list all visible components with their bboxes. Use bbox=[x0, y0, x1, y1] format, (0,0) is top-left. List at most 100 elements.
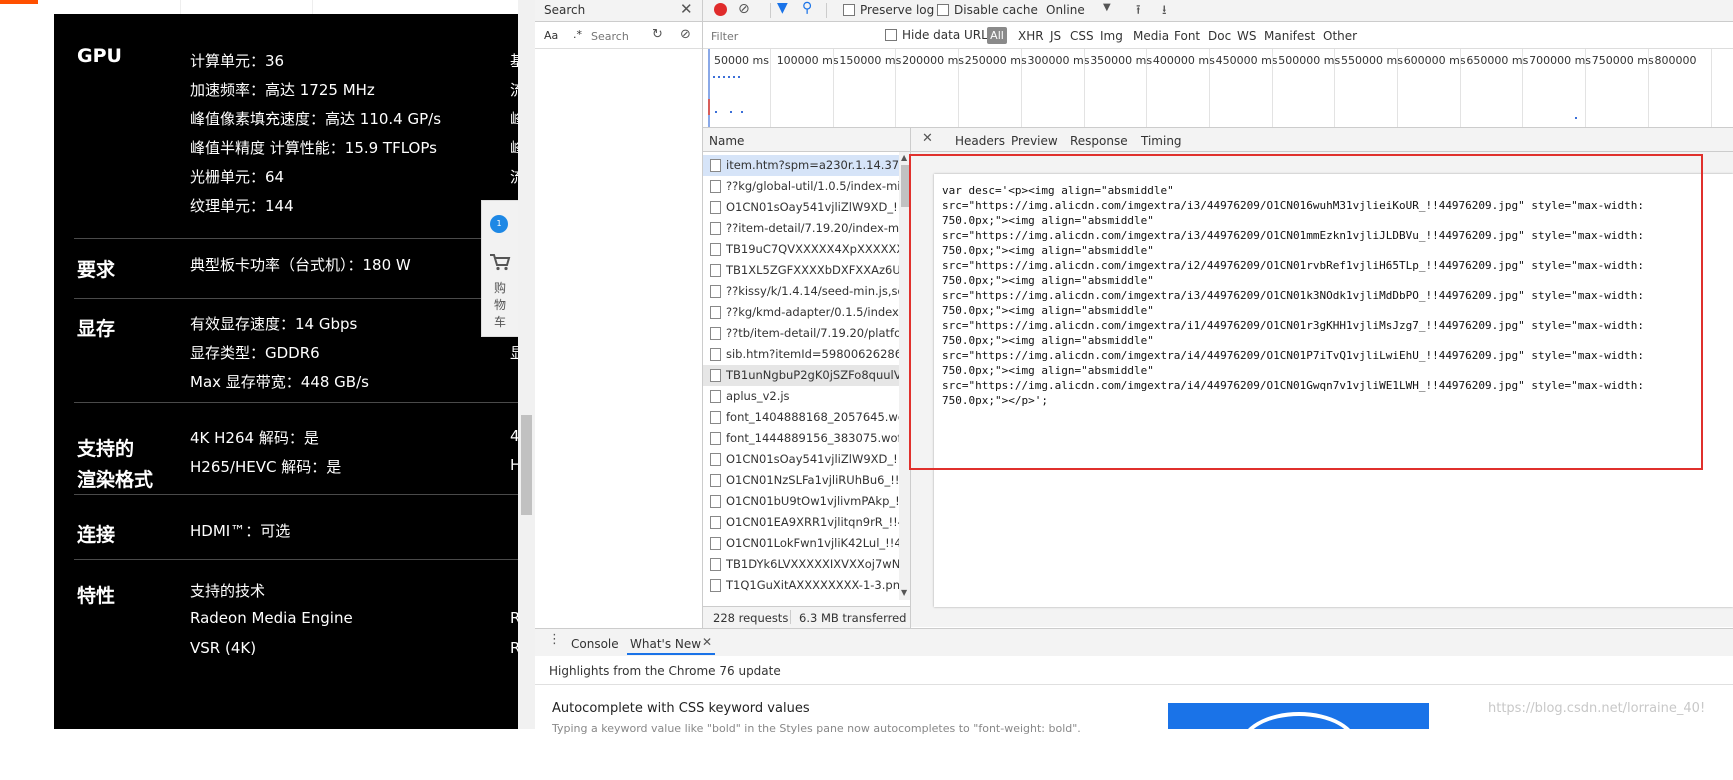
shopping-cart-icon[interactable] bbox=[489, 253, 511, 271]
cart-label-char[interactable]: 物 bbox=[494, 296, 506, 313]
timeline-tick-label: 100000 ms bbox=[776, 54, 839, 67]
spec-value: 支持的技术 bbox=[190, 582, 266, 600]
timeline-grid-line bbox=[1334, 49, 1336, 127]
more-menu-icon[interactable]: ⋮ bbox=[548, 632, 561, 647]
import-har-icon[interactable]: ⭱ bbox=[1136, 1, 1141, 23]
type-filter-img[interactable]: Img bbox=[1100, 29, 1123, 43]
file-icon bbox=[710, 474, 721, 487]
request-row[interactable]: O1CN01NzSLFa1vjliRUhBu6_!!44 bbox=[703, 470, 899, 491]
timeline-grid-line bbox=[1522, 49, 1524, 127]
request-row[interactable]: item.htm?spm=a230r.1.14.370.8 bbox=[703, 155, 899, 176]
file-icon bbox=[710, 579, 721, 592]
spec-value-clipped: R bbox=[510, 639, 518, 657]
nav-divider bbox=[312, 0, 313, 14]
request-row[interactable]: O1CN01sOay541vjliZlW9XD_!!44 bbox=[703, 197, 899, 218]
match-case-button[interactable]: Aa bbox=[544, 29, 558, 42]
filter-input[interactable] bbox=[711, 28, 871, 44]
request-row[interactable]: TB19uC7QVXXXXX4XpXXXXXXX. bbox=[703, 239, 899, 260]
file-icon bbox=[710, 306, 721, 319]
type-filter-ws[interactable]: WS bbox=[1237, 29, 1256, 43]
chevron-down-icon[interactable]: ▼ bbox=[1103, 2, 1111, 13]
request-row[interactable]: TB1unNgbuP2gK0jSZFo8quulVla bbox=[703, 365, 899, 386]
type-filter-font[interactable]: Font bbox=[1174, 29, 1200, 43]
request-row[interactable]: aplus_v2.js bbox=[703, 386, 899, 407]
type-filter-media[interactable]: Media bbox=[1133, 29, 1169, 43]
type-filter-js[interactable]: JS bbox=[1050, 29, 1061, 43]
filter-all-button[interactable]: All bbox=[987, 27, 1007, 44]
request-row[interactable]: ??kissy/k/1.4.14/seed-min.js,sd/s bbox=[703, 281, 899, 302]
filter-icon[interactable]: ▼ bbox=[777, 0, 788, 16]
timeline-grid-line bbox=[1208, 49, 1210, 127]
search-tab[interactable]: Search bbox=[544, 3, 585, 17]
timeline-grid-line bbox=[1397, 49, 1398, 127]
close-icon[interactable]: ✕ bbox=[680, 0, 693, 18]
request-list-scrollbar-thumb[interactable] bbox=[901, 165, 909, 207]
cart-label-char[interactable]: 购 bbox=[494, 279, 506, 296]
close-icon[interactable]: ✕ bbox=[702, 635, 712, 649]
request-row[interactable]: O1CN01bU9tOw1vjlivmPAkp_!!4 bbox=[703, 491, 899, 512]
throttling-select[interactable]: Online bbox=[1046, 3, 1085, 17]
spec-value: 峰值半精度 计算性能：15.9 TFLOPs bbox=[190, 139, 437, 157]
file-icon bbox=[710, 411, 721, 424]
status-divider bbox=[790, 610, 791, 624]
tab-response[interactable]: Response bbox=[1070, 134, 1128, 148]
request-name: O1CN01EA9XRR1vjlitqn9rR_!!449 bbox=[726, 515, 899, 529]
request-row[interactable]: font_1444889156_383075.woff bbox=[703, 428, 899, 449]
feature-title[interactable]: Autocomplete with CSS keyword values bbox=[552, 701, 810, 716]
search-input[interactable] bbox=[591, 28, 641, 44]
request-row[interactable]: ??kg/global-util/1.0.5/index-min bbox=[703, 176, 899, 197]
request-row[interactable]: O1CN01EA9XRR1vjlitqn9rR_!!449 bbox=[703, 512, 899, 533]
spec-value: Max 显存带宽：448 GB/s bbox=[190, 373, 369, 391]
timeline-tick-label: 650000 ms bbox=[1466, 54, 1529, 67]
preserve-log-checkbox[interactable] bbox=[843, 4, 855, 16]
timeline-grid-line bbox=[1585, 49, 1587, 127]
request-row[interactable]: TB1XL5ZGFXXXXbDXFXXAz6UFX bbox=[703, 260, 899, 281]
request-row[interactable]: ??kg/kmd-adapter/0.1.5/index.js bbox=[703, 302, 899, 323]
spec-divider bbox=[74, 402, 518, 403]
spec-value-clipped: 基 bbox=[510, 52, 518, 70]
type-filter-doc[interactable]: Doc bbox=[1208, 29, 1231, 43]
hide-data-urls-checkbox[interactable] bbox=[885, 29, 897, 41]
tab-timing[interactable]: Timing bbox=[1141, 134, 1182, 148]
scroll-down-icon[interactable]: ▼ bbox=[901, 588, 907, 597]
type-filter-css[interactable]: CSS bbox=[1070, 29, 1094, 43]
page-scrollbar[interactable] bbox=[518, 0, 535, 729]
spec-value: HDMI™：可选 bbox=[190, 522, 291, 540]
request-row[interactable]: O1CN01LokFwn1vjliK42Lul_!!449 bbox=[703, 533, 899, 554]
spec-value-clipped: H bbox=[510, 456, 518, 474]
tab-whats-new[interactable]: What's New bbox=[630, 637, 701, 651]
disable-cache-checkbox[interactable] bbox=[937, 4, 949, 16]
export-har-icon[interactable]: ⭳ bbox=[1162, 1, 1167, 23]
type-filter-manifest[interactable]: Manifest bbox=[1264, 29, 1315, 43]
request-name: TB1XL5ZGFXXXXbDXFXXAz6UFX bbox=[726, 263, 899, 277]
request-row[interactable]: ??item-detail/7.19.20/index-min. bbox=[703, 218, 899, 239]
type-filter-xhr[interactable]: XHR bbox=[1018, 29, 1044, 43]
regex-button[interactable]: .* bbox=[573, 28, 582, 41]
clear-icon[interactable]: ⊘ bbox=[680, 27, 691, 42]
tab-headers[interactable]: Headers bbox=[955, 134, 1005, 148]
cart-label-char[interactable]: 车 bbox=[494, 313, 506, 330]
spec-value: Radeon Media Engine bbox=[190, 609, 353, 627]
request-row[interactable]: sib.htm?itemId=5980062628618 bbox=[703, 344, 899, 365]
request-row[interactable]: ??tb/item-detail/7.19.20/platfor.. bbox=[703, 323, 899, 344]
request-row[interactable]: O1CN01sOay541vjliZlW9XD_!!44 bbox=[703, 449, 899, 470]
request-name: TB19uC7QVXXXXX4XpXXXXXXX. bbox=[726, 242, 899, 256]
page-scrollbar-thumb[interactable] bbox=[521, 415, 532, 515]
close-icon[interactable]: ✕ bbox=[922, 131, 933, 146]
type-filter-other[interactable]: Other bbox=[1323, 29, 1357, 43]
search-icon[interactable]: ⚲ bbox=[802, 0, 812, 16]
chrome-logo-graphic bbox=[1240, 712, 1358, 780]
request-row[interactable]: font_1404888168_2057645.woff bbox=[703, 407, 899, 428]
refresh-icon[interactable]: ↻ bbox=[652, 27, 663, 42]
tab-preview[interactable]: Preview bbox=[1011, 134, 1058, 148]
timeline-grid-line bbox=[1146, 49, 1148, 127]
record-button[interactable] bbox=[714, 3, 727, 16]
tab-console[interactable]: Console bbox=[571, 637, 619, 651]
clear-log-icon[interactable]: ⊘ bbox=[738, 1, 750, 17]
request-row[interactable]: TB1DYk6LVXXXXXIXVXXoj7wNV. bbox=[703, 554, 899, 575]
spec-section-heading: 连接 bbox=[77, 524, 116, 546]
notification-badge[interactable]: 1 bbox=[490, 215, 508, 233]
request-row[interactable]: T1Q1GuXitAXXXXXXXX-1-3.png bbox=[703, 575, 899, 596]
spec-section-heading: GPU bbox=[77, 45, 122, 67]
scroll-up-icon[interactable]: ▲ bbox=[901, 153, 907, 162]
